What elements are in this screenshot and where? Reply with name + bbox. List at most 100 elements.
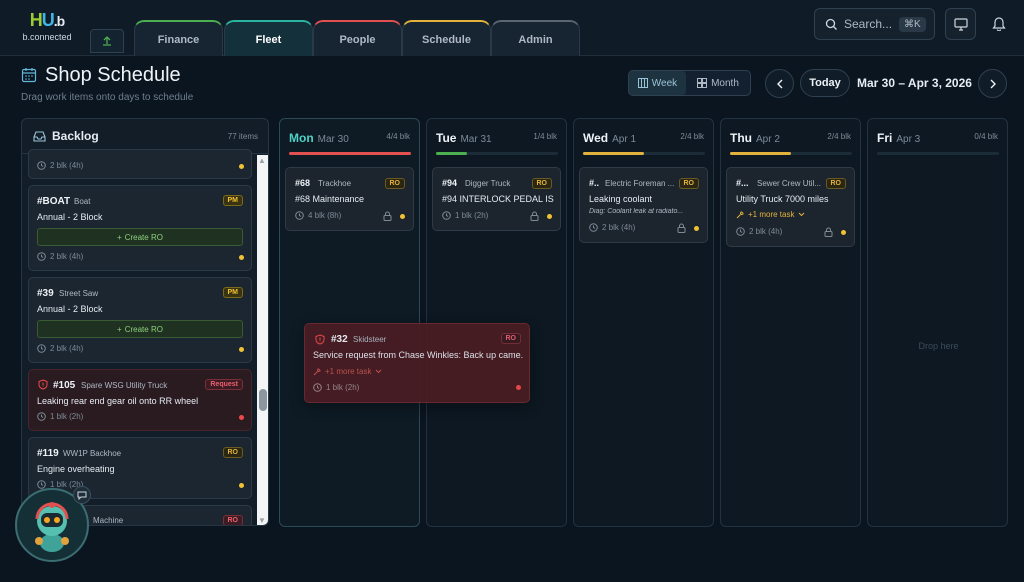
day-date: Apr 3 (896, 134, 921, 145)
scheduled-card[interactable]: #... Sewer Crew Util... RO Utility Truck… (726, 167, 855, 247)
lock-icon[interactable] (824, 227, 833, 237)
lock-icon[interactable] (677, 223, 686, 233)
card-duration: 2 blk (4h) (37, 161, 83, 170)
lock-icon[interactable] (383, 211, 392, 221)
tab-label: Admin (518, 34, 553, 46)
card-asset: Machine (93, 516, 124, 525)
card-duration: 1 blk (2h) (442, 211, 488, 220)
drop-zone-text: Drop here (918, 341, 959, 351)
priority-dot (547, 214, 552, 219)
month-view-button[interactable]: Month (686, 71, 750, 95)
scheduled-card[interactable]: #.. Electric Foreman ... RO Leaking cool… (579, 167, 708, 243)
day-column-thu[interactable]: Thu Apr 2 2/4 blk #... Sewer Crew Util...… (720, 118, 861, 527)
today-button[interactable]: Today (800, 69, 850, 97)
day-column-fri[interactable]: Fri Apr 3 0/4 blk Drop here (867, 118, 1008, 527)
capacity-fill (730, 152, 791, 155)
lock-icon[interactable] (530, 211, 539, 221)
chat-icon (77, 491, 87, 500)
priority-dot (239, 164, 244, 169)
display-button[interactable] (945, 8, 976, 40)
capacity-bar (436, 152, 558, 155)
card-number: #105 (53, 380, 76, 391)
tab-label: Fleet (255, 34, 282, 46)
card-asset: WW1P Backhoe (63, 449, 122, 458)
card-title: Leaking coolant (589, 194, 653, 204)
scheduled-card[interactable]: #94 Digger Truck RO #94 INTERLOCK PEDAL … (432, 167, 561, 231)
card-number: #94 (442, 178, 458, 188)
capacity-fill (583, 152, 644, 155)
plus-icon: + (117, 232, 122, 242)
view-toggle: Week Month (628, 70, 751, 96)
tab-fleet[interactable]: Fleet (224, 20, 313, 56)
scroll-down-arrow[interactable]: ▼ (258, 516, 266, 525)
ro-badge: RO (222, 447, 243, 458)
plus-icon: + (117, 324, 122, 334)
tab-label: People (339, 34, 376, 46)
logo-letter-b: .b (53, 13, 65, 29)
day-capacity: 4/4 blk (386, 132, 410, 141)
next-week-button[interactable] (978, 69, 1007, 98)
logo-letter-h: H (29, 10, 43, 30)
search-icon (825, 18, 837, 30)
card-title: Annual - 2 Block (37, 304, 103, 314)
create-ro-label: Create RO (124, 232, 163, 242)
capacity-bar (289, 152, 411, 155)
more-tasks-toggle[interactable]: +1 more task (736, 210, 805, 219)
week-view-button[interactable]: Week (629, 71, 686, 95)
tab-people[interactable]: People (313, 20, 402, 56)
card-title: Annual - 2 Block (37, 212, 103, 222)
card-title: #94 INTERLOCK PEDAL IS... (442, 194, 554, 204)
day-date: Mar 30 (317, 134, 349, 145)
scroll-up-arrow[interactable]: ▲ (258, 156, 266, 165)
dragging-card[interactable]: #32 Skidsteer RO Service request from Ch… (304, 323, 530, 403)
page-title: Shop Schedule (45, 64, 181, 86)
clock-icon (37, 412, 46, 421)
search-shortcut: ⌘K (899, 16, 926, 32)
search-button[interactable]: Search... ⌘K (814, 8, 935, 40)
tab-finance[interactable]: Finance (134, 20, 223, 56)
create-ro-button[interactable]: + Create RO (37, 320, 243, 338)
logo-tagline: b.connected (22, 32, 72, 42)
upload-button[interactable] (90, 29, 124, 53)
day-name: Mon (289, 131, 314, 145)
day-header: Mon Mar 30 (289, 131, 349, 145)
notifications-button[interactable] (992, 16, 1006, 36)
wrench-icon (736, 210, 744, 218)
clock-icon (37, 252, 46, 261)
scheduled-card[interactable]: #68 Trackhoe RO #68 Maintenance 4 blk (8… (285, 167, 414, 231)
more-tasks-toggle[interactable]: +1 more task (313, 367, 382, 376)
backlog-scrollbar[interactable] (257, 155, 268, 525)
ro-badge: RO (222, 515, 243, 525)
tab-schedule[interactable]: Schedule (402, 20, 491, 56)
backlog-panel: Backlog 77 items 2 blk (4h) #BOAT Boat P… (21, 118, 269, 526)
card-asset: Digger Truck (465, 179, 511, 188)
backlog-card[interactable]: #BOAT Boat PM Annual - 2 Block + Create R… (28, 185, 252, 271)
prev-week-button[interactable] (765, 69, 794, 98)
day-date: Mar 31 (460, 134, 492, 145)
card-duration: 2 blk (4h) (37, 344, 83, 353)
ro-badge: RO (825, 178, 846, 189)
day-capacity: 2/4 blk (827, 132, 851, 141)
priority-dot (239, 347, 244, 352)
day-header: Tue Mar 31 (436, 131, 492, 145)
wrench-icon (313, 367, 321, 375)
tab-admin[interactable]: Admin (491, 20, 580, 56)
clock-icon (313, 383, 322, 392)
chat-button[interactable] (73, 486, 91, 504)
day-name: Fri (877, 131, 893, 145)
chevron-down-icon (376, 369, 382, 374)
logo[interactable]: HU.b b.connected (18, 10, 76, 42)
backlog-card[interactable]: #39 Street Saw PM Annual - 2 Block + Crea… (28, 277, 252, 363)
ro-badge: RO (500, 333, 521, 344)
scrollbar-thumb[interactable] (259, 389, 267, 411)
backlog-card[interactable]: #105 Spare WSG Utility Truck Request Lea… (28, 369, 252, 431)
clock-icon (295, 211, 304, 220)
day-column-wed[interactable]: Wed Apr 1 2/4 blk #.. Electric Foreman ..… (573, 118, 714, 527)
priority-dot (694, 226, 699, 231)
card-title: Engine overheating (37, 464, 115, 474)
shield-alert-icon (38, 379, 48, 390)
create-ro-button[interactable]: + Create RO (37, 228, 243, 246)
backlog-card[interactable]: 2 blk (4h) (28, 149, 252, 179)
card-number: #32 (331, 334, 348, 345)
card-diagnosis: Diag: Coolant leak at radiato... (589, 208, 684, 215)
